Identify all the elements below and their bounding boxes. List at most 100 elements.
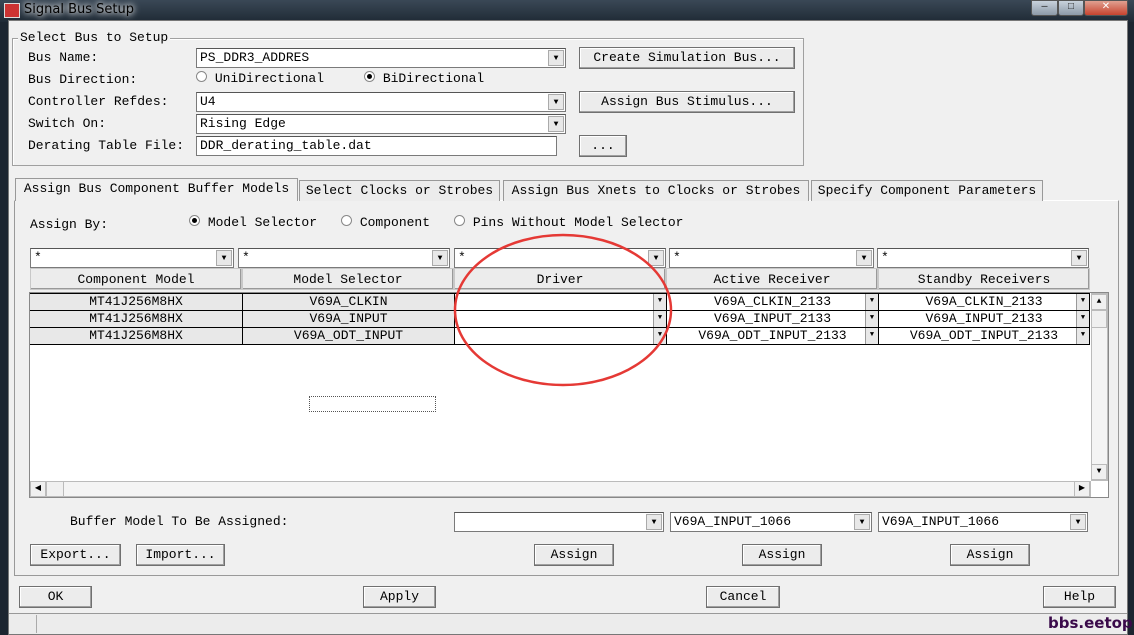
scroll-left-icon[interactable]: ◀: [30, 481, 46, 497]
tab-component-parameters[interactable]: Specify Component Parameters: [811, 180, 1043, 201]
assign-bus-stimulus-button[interactable]: Assign Bus Stimulus...: [579, 91, 795, 113]
apply-button[interactable]: Apply: [363, 586, 436, 608]
radio-label: Pins Without Model Selector: [472, 215, 684, 230]
chevron-down-icon[interactable]: ▼: [854, 514, 870, 530]
browse-button[interactable]: ...: [579, 135, 627, 157]
grid-cell-combo[interactable]: V69A_CLKIN_2133 ▼: [879, 293, 1090, 311]
cell-value: V69A_INPUT_2133: [925, 311, 1043, 326]
cancel-button[interactable]: Cancel: [706, 586, 780, 608]
hscroll-thumb[interactable]: [46, 481, 64, 497]
grid-cell[interactable]: V69A_INPUT: [243, 310, 455, 328]
cell-value: V69A_INPUT_2133: [713, 311, 832, 326]
derating-file-input[interactable]: DDR_derating_table.dat: [196, 136, 557, 156]
help-button[interactable]: Help: [1043, 586, 1116, 608]
cell-value: V69A_CLKIN_2133: [713, 294, 832, 309]
cell-value: MT41J256M8HX: [89, 328, 183, 343]
filter-model-selector[interactable]: * ▼: [238, 248, 450, 268]
filter-value: *: [34, 250, 42, 265]
chevron-down-icon[interactable]: ▼: [216, 250, 232, 266]
scroll-thumb[interactable]: [1091, 310, 1107, 328]
group-title: Select Bus to Setup: [18, 30, 171, 45]
import-button[interactable]: Import...: [136, 544, 225, 566]
bus-name-combo[interactable]: PS_DDR3_ADDRES ▼: [196, 48, 566, 68]
chevron-down-icon[interactable]: ▼: [865, 328, 878, 344]
create-simulation-bus-button[interactable]: Create Simulation Bus...: [579, 47, 795, 69]
radio-checked-icon[interactable]: [364, 71, 375, 82]
cell-value: V69A_ODT_INPUT_2133: [698, 328, 847, 343]
grid-cell[interactable]: MT41J256M8HX: [30, 327, 243, 345]
red-ellipse: [453, 233, 673, 387]
tab-select-clocks[interactable]: Select Clocks or Strobes: [299, 180, 500, 201]
assign-driver-button[interactable]: Assign: [534, 544, 614, 566]
chevron-down-icon[interactable]: ▼: [1070, 514, 1086, 530]
grid-cell-combo[interactable]: V69A_CLKIN_2133 ▼: [667, 293, 879, 311]
horizontal-scrollbar[interactable]: [30, 481, 1091, 497]
assign-by-label: Assign By:: [30, 217, 109, 232]
export-button[interactable]: Export...: [30, 544, 121, 566]
tab-assign-buffer-models[interactable]: Assign Bus Component Buffer Models: [15, 178, 298, 201]
grid-cell[interactable]: V69A_ODT_INPUT: [243, 327, 455, 345]
grid-cell[interactable]: MT41J256M8HX: [30, 293, 243, 311]
controller-value: U4: [200, 94, 216, 109]
chevron-down-icon[interactable]: ▼: [432, 250, 448, 266]
annotation-circle: [453, 233, 673, 387]
cell-value: V69A_ODT_INPUT: [293, 328, 404, 343]
filter-active-receiver[interactable]: * ▼: [669, 248, 874, 268]
radio-pins-without-selector[interactable]: Pins Without Model Selector: [454, 215, 683, 230]
tab-assign-xnets[interactable]: Assign Bus Xnets to Clocks or Strobes: [503, 180, 809, 201]
chevron-down-icon[interactable]: ▼: [1076, 311, 1089, 327]
chevron-down-icon[interactable]: ▼: [548, 50, 564, 66]
chevron-down-icon[interactable]: ▼: [548, 94, 564, 110]
assign-active-button[interactable]: Assign: [742, 544, 822, 566]
grid-cell[interactable]: MT41J256M8HX: [30, 310, 243, 328]
radio-icon[interactable]: [341, 215, 352, 226]
grid-cell[interactable]: V69A_CLKIN: [243, 293, 455, 311]
chevron-down-icon[interactable]: ▼: [646, 514, 662, 530]
bus-name-label: Bus Name:: [28, 50, 99, 65]
scroll-up-icon[interactable]: ▲: [1091, 294, 1107, 310]
radio-checked-icon[interactable]: [189, 215, 200, 226]
grid-cell-combo[interactable]: V69A_INPUT_2133 ▼: [879, 310, 1090, 328]
chevron-down-icon[interactable]: ▼: [1071, 250, 1087, 266]
ok-button[interactable]: OK: [19, 586, 92, 608]
grid-cell-combo[interactable]: V69A_INPUT_2133 ▼: [667, 310, 879, 328]
radio-label: Model Selector: [207, 215, 318, 230]
title-bar: [0, 0, 1134, 22]
minimize-button[interactable]: —: [1031, 0, 1058, 16]
grid-cell-combo[interactable]: V69A_ODT_INPUT_2133 ▼: [879, 327, 1090, 345]
column-header[interactable]: Model Selector: [242, 268, 454, 290]
assign-standby-button[interactable]: Assign: [950, 544, 1030, 566]
radio-unidirectional[interactable]: UniDirectional: [196, 71, 324, 86]
chevron-down-icon[interactable]: ▼: [1076, 328, 1089, 344]
radio-icon[interactable]: [196, 71, 207, 82]
radio-model-selector[interactable]: Model Selector: [189, 215, 317, 230]
grid-cell-combo[interactable]: V69A_ODT_INPUT_2133 ▼: [667, 327, 879, 345]
chevron-down-icon[interactable]: ▼: [1076, 294, 1089, 310]
bus-direction-label: Bus Direction:: [28, 72, 138, 87]
radio-bidirectional[interactable]: BiDirectional: [364, 71, 484, 86]
chevron-down-icon[interactable]: ▼: [865, 294, 878, 310]
filter-standby-receivers[interactable]: * ▼: [877, 248, 1089, 268]
close-button[interactable]: ✕: [1084, 0, 1128, 16]
maximize-button[interactable]: □: [1058, 0, 1084, 16]
column-header[interactable]: Component Model: [30, 268, 242, 290]
filter-component-model[interactable]: * ▼: [30, 248, 234, 268]
radio-component[interactable]: Component: [341, 215, 430, 230]
scroll-down-icon[interactable]: ▼: [1091, 464, 1107, 480]
buffer-driver-combo[interactable]: ▼: [454, 512, 664, 532]
radio-icon[interactable]: [454, 215, 465, 226]
switch-on-combo[interactable]: Rising Edge ▼: [196, 114, 566, 134]
scroll-right-icon[interactable]: ▶: [1074, 481, 1090, 497]
chevron-down-icon[interactable]: ▼: [548, 116, 564, 132]
chevron-down-icon[interactable]: ▼: [865, 311, 878, 327]
column-header[interactable]: Standby Receivers: [878, 268, 1090, 290]
controller-refdes-combo[interactable]: U4 ▼: [196, 92, 566, 112]
chevron-down-icon[interactable]: ▼: [856, 250, 872, 266]
buffer-standby-combo[interactable]: V69A_INPUT_1066 ▼: [878, 512, 1088, 532]
filter-value: *: [242, 250, 250, 265]
switch-on-label: Switch On:: [28, 116, 107, 131]
column-header[interactable]: Active Receiver: [666, 268, 878, 290]
buffer-active-combo[interactable]: V69A_INPUT_1066 ▼: [670, 512, 872, 532]
filter-value: *: [881, 250, 889, 265]
cell-value: V69A_INPUT: [309, 311, 388, 326]
